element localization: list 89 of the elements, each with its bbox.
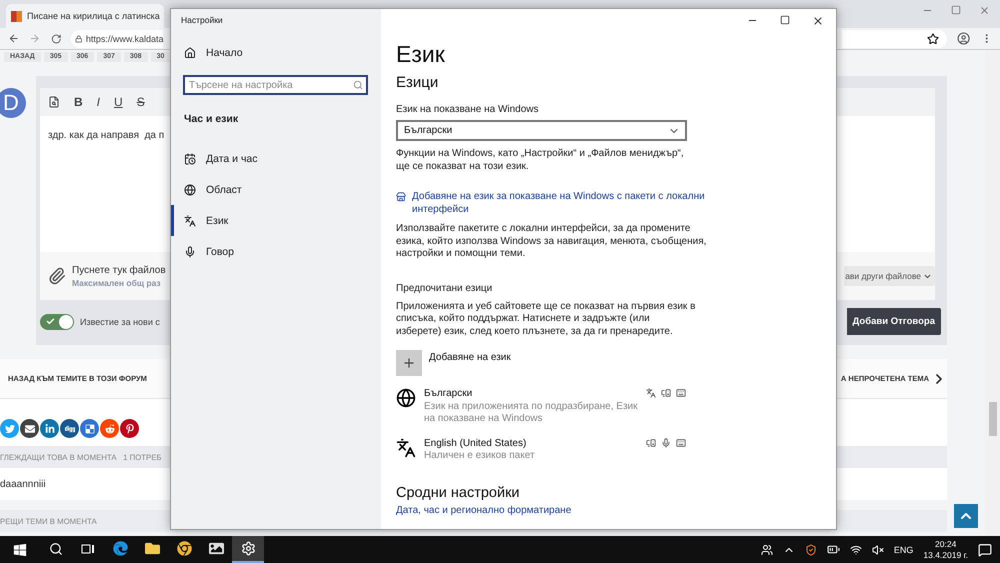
calendar-clock-icon [184, 152, 196, 164]
browser-tab[interactable]: Писане на кирилица с латинска [6, 4, 164, 28]
viewer-name[interactable]: daaannniii [0, 478, 46, 490]
site-favicon [11, 10, 22, 22]
wifi-icon[interactable] [850, 544, 862, 556]
notifications-icon[interactable] [978, 542, 992, 556]
language-icon [184, 214, 196, 226]
add-language-label: Добавяне на език [429, 352, 511, 363]
edge-icon [112, 541, 128, 556]
windows-icon [13, 542, 27, 556]
scrollbar[interactable] [985, 50, 1000, 536]
format-button[interactable]: B [74, 95, 83, 109]
chrome-icon [176, 541, 192, 556]
profile-icon[interactable] [957, 31, 971, 46]
battery-icon[interactable] [826, 543, 840, 556]
settings-search-field[interactable]: Търсене на настройка [183, 75, 368, 95]
reload-icon[interactable] [50, 32, 62, 44]
settings-nav-item[interactable]: Област [171, 174, 381, 205]
language-icon [396, 438, 416, 458]
envelope-icon [24, 424, 34, 434]
share-button[interactable] [20, 419, 39, 438]
drop-files-text: Пуснете тук файлов [72, 264, 166, 276]
section-title: Час и език [183, 112, 240, 127]
globe-icon [396, 388, 416, 408]
microphone-icon [184, 246, 196, 258]
close-icon[interactable] [812, 15, 824, 27]
task-view-icon [81, 542, 95, 554]
format-button[interactable]: U [114, 95, 123, 109]
language-item[interactable]: English (United States) Наличен е езиков пакет [396, 438, 686, 462]
address-bar[interactable]: https://www.kaldata [71, 30, 164, 48]
squares-icon [84, 424, 94, 434]
maximize-icon[interactable] [780, 15, 790, 25]
pinterest-icon [124, 424, 134, 434]
description-text: Използвайте пакетите с локални интерфейси, за да промените езика, който използва Windows за навигация, менюта, съобщения, настройки и помощни теми. [396, 223, 708, 260]
section-heading: Сродни настройки [396, 484, 521, 500]
user-avatar: D [0, 88, 26, 118]
volume-muted-icon[interactable] [872, 544, 884, 556]
settings-nav-item[interactable]: Говор [171, 236, 381, 267]
share-button[interactable] [40, 419, 59, 438]
settings-nav-item[interactable]: Дата и час [171, 143, 381, 174]
home-nav-item[interactable]: Начало [171, 41, 381, 65]
search-icon [49, 542, 63, 556]
description-text: Функции на Windows, като „Настройки“ и „Файлов мениджър“, ще се показват на този език. [396, 148, 685, 173]
people-icon[interactable] [760, 544, 773, 556]
more-files-button[interactable]: ави други файлове [844, 266, 935, 286]
language-item[interactable]: Български Език на приложенията по подразбиране, Език на показване на Windows [396, 388, 686, 426]
shield-icon[interactable] [804, 544, 817, 556]
folder-icon [144, 541, 160, 556]
settings-icon [240, 541, 256, 556]
bird-icon [4, 424, 14, 434]
alien-icon [104, 424, 114, 434]
submit-reply-button[interactable]: Добави Отговора [846, 308, 941, 335]
back-icon[interactable] [8, 32, 20, 45]
paperclip-icon [48, 267, 66, 285]
search-icon [353, 80, 363, 90]
taskbar-app[interactable] [232, 536, 264, 563]
page-title: Език [396, 41, 446, 68]
store-icon [396, 192, 406, 202]
section-label: Предпочитани езици [396, 282, 494, 294]
share-button[interactable] [60, 419, 79, 438]
scroll-to-top-button[interactable] [954, 504, 978, 528]
language-pack-link[interactable]: Добавяне на език за показване на Windows с пакети с локални интерфейси [396, 191, 716, 216]
description-text: Приложенията и уеб сайтовете ще се показват на първия език в списъка, който поддържат. Натиснете и задръжте (или изберете) език, след което плъзнете, за да ги пренаредите. [396, 300, 696, 338]
linkedin-icon [44, 424, 54, 434]
share-button[interactable] [80, 419, 99, 438]
star-icon[interactable] [927, 32, 940, 44]
globe-icon [184, 184, 196, 196]
display-language-dropdown[interactable]: Български [396, 120, 687, 141]
clock[interactable]: 20:24 13.4.2019 г. [923, 538, 968, 560]
regional-format-link[interactable]: Дата, час и регионално форматиране [396, 504, 572, 516]
preview-icon[interactable] [48, 96, 60, 108]
input-language[interactable]: ENG [894, 544, 914, 554]
notify-toggle[interactable] [40, 314, 74, 330]
settings-nav-item[interactable]: Език [171, 205, 381, 236]
digg-icon [64, 424, 74, 434]
home-icon [184, 47, 196, 59]
add-language-button[interactable] [396, 350, 422, 376]
format-button[interactable]: S [136, 95, 145, 109]
photos-icon [208, 541, 224, 556]
section-heading: Езици [396, 74, 440, 91]
format-button[interactable]: I [96, 95, 100, 109]
check-icon [46, 317, 55, 326]
field-label: Език на показване на Windows [396, 104, 540, 115]
window-title: Настройки [180, 15, 224, 25]
notify-label: Известие за нови с [80, 316, 160, 326]
max-size-text: Максимален общ раз [72, 278, 162, 288]
share-button[interactable] [120, 419, 139, 438]
lock-icon [75, 34, 83, 42]
plus-icon [402, 356, 416, 370]
